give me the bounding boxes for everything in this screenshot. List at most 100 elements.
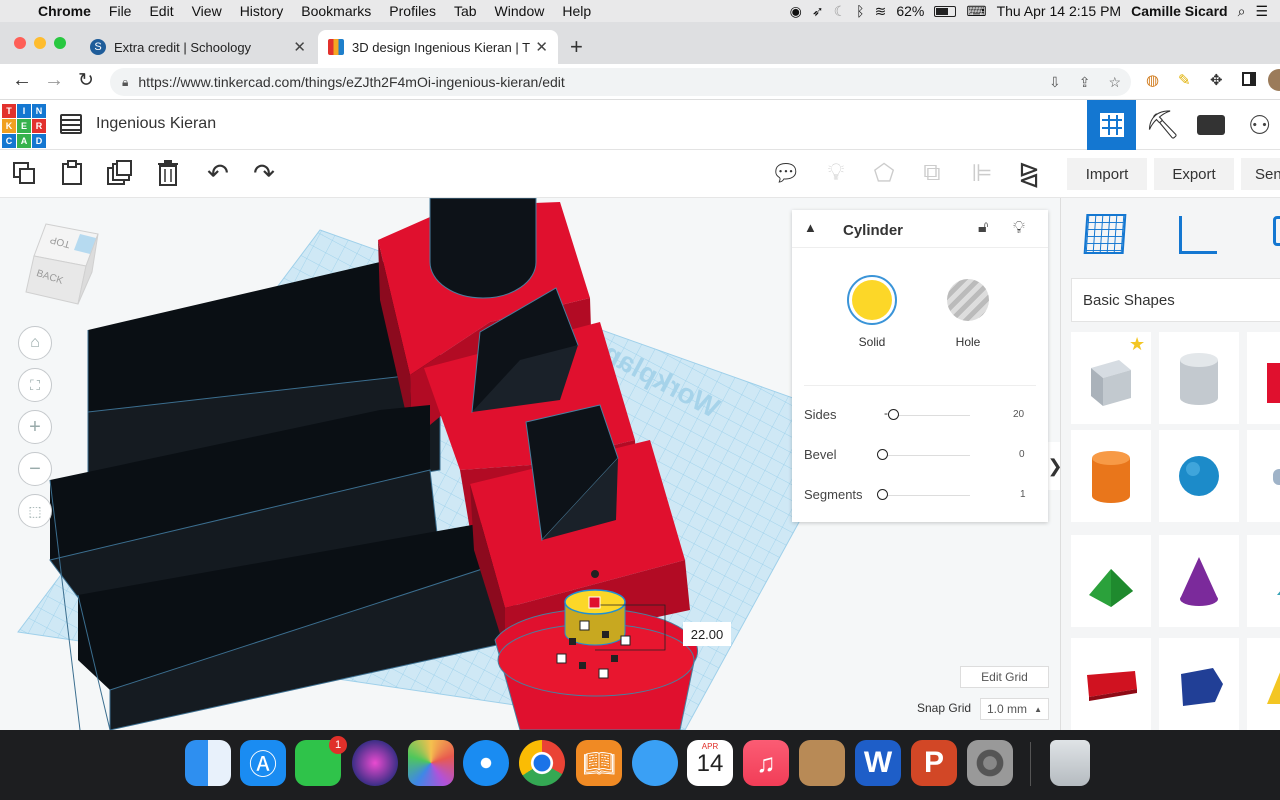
delete-icon[interactable] xyxy=(152,150,184,196)
share-icon[interactable]: ⇪ xyxy=(1079,74,1091,91)
shape-cylinder-hole[interactable] xyxy=(1159,332,1239,424)
wifi-icon[interactable]: ≋ xyxy=(875,3,887,20)
powerpoint-icon[interactable]: P xyxy=(911,740,957,786)
param-value[interactable]: 20 xyxy=(1013,409,1024,420)
tab-schoology[interactable]: S Extra credit | Schoology ✕ xyxy=(80,30,316,64)
shape-category-select[interactable]: Basic Shapes xyxy=(1071,278,1280,322)
profile-avatar[interactable] xyxy=(1268,69,1280,91)
shape-round-roof[interactable] xyxy=(1247,535,1280,627)
shape-box-hole[interactable]: ★ xyxy=(1071,332,1151,424)
snap-grid-select[interactable]: 1.0 mm ▲ xyxy=(980,698,1049,720)
ortho-view-button[interactable]: ⬚ xyxy=(18,494,52,528)
bookmark-star-icon[interactable]: ☆ xyxy=(1108,74,1121,91)
battery-icon[interactable] xyxy=(934,5,957,17)
home-view-button[interactable]: ⌂ xyxy=(18,326,52,360)
close-window-button[interactable] xyxy=(14,37,26,49)
notes-tool-icon[interactable] xyxy=(1273,216,1280,246)
close-tab-icon[interactable]: ✕ xyxy=(535,38,548,56)
shape-cone[interactable] xyxy=(1159,535,1239,627)
menu-window[interactable]: Window xyxy=(486,3,554,19)
puzzle-icon[interactable]: ✥ xyxy=(1210,71,1223,89)
photos-icon[interactable] xyxy=(408,740,454,786)
shape-polygon[interactable] xyxy=(1159,638,1239,730)
menu-app-name[interactable]: Chrome xyxy=(29,3,100,19)
menu-tab[interactable]: Tab xyxy=(445,3,486,19)
edit-grid-button[interactable]: Edit Grid xyxy=(960,666,1049,688)
forward-icon[interactable]: → xyxy=(44,69,64,92)
safari-icon[interactable] xyxy=(463,740,509,786)
show-all-icon[interactable]: 💡︎ xyxy=(820,150,852,196)
lock-icon[interactable]: 🔓︎ xyxy=(978,219,988,237)
align-icon[interactable]: ⊫ xyxy=(966,150,998,196)
shape-text[interactable] xyxy=(1071,638,1151,730)
dimension-value[interactable]: 22.00 xyxy=(683,622,731,646)
3d-view-button[interactable] xyxy=(1087,100,1136,150)
close-tab-icon[interactable]: ✕ xyxy=(293,38,306,56)
copy-icon[interactable] xyxy=(8,150,40,196)
tinkercad-logo[interactable]: T I N K E R C A D xyxy=(2,104,46,148)
menu-file[interactable]: File xyxy=(100,3,141,19)
battery-percent[interactable]: 62% xyxy=(896,3,924,19)
app-store-icon[interactable]: Ⓐ xyxy=(240,740,286,786)
books-icon[interactable]: 📖︎ xyxy=(576,740,622,786)
ruler-tool-icon[interactable] xyxy=(1179,216,1217,254)
param-slider[interactable] xyxy=(888,409,900,420)
shape-cylinder-orange[interactable] xyxy=(1071,430,1151,522)
favorite-star-icon[interactable]: ★ xyxy=(1129,334,1145,355)
export-button[interactable]: Export xyxy=(1154,158,1234,190)
menu-bookmarks[interactable]: Bookmarks xyxy=(292,3,380,19)
clock[interactable]: Thu Apr 14 2:15 PM xyxy=(997,3,1122,19)
sidebar-icon[interactable] xyxy=(1242,72,1256,86)
duplicate-icon[interactable] xyxy=(104,150,136,196)
zoom-in-button[interactable]: + xyxy=(18,410,52,444)
import-button[interactable]: Import xyxy=(1067,158,1147,190)
shape-roof[interactable] xyxy=(1071,535,1151,627)
back-icon[interactable]: ← xyxy=(12,69,32,92)
status-icon[interactable]: ◉ xyxy=(790,3,802,20)
moon-icon[interactable]: ☾ xyxy=(834,3,847,20)
add-user-icon[interactable]: ⚇ xyxy=(1248,110,1271,141)
workplane-tool-icon[interactable] xyxy=(1083,214,1127,254)
send-to-button[interactable]: Sen xyxy=(1241,158,1280,190)
tab-tinkercad[interactable]: 3D design Ingenious Kieran | T ✕ xyxy=(318,30,558,64)
shape-scribble[interactable] xyxy=(1247,430,1280,522)
param-slider[interactable] xyxy=(877,449,888,460)
trash-icon[interactable] xyxy=(1050,740,1090,786)
install-icon[interactable]: ⇩ xyxy=(1049,74,1061,91)
briefcase-icon[interactable] xyxy=(1197,115,1225,135)
collapse-icon[interactable]: ▲ xyxy=(804,220,817,235)
zoom-window-button[interactable] xyxy=(54,37,66,49)
rocket-icon[interactable]: ➶ xyxy=(812,3,824,20)
design-menu-icon[interactable] xyxy=(60,114,82,134)
extension-icon[interactable]: ◍ xyxy=(1146,71,1159,89)
finder-icon[interactable] xyxy=(185,740,231,786)
notes-icon[interactable]: 💬︎ xyxy=(770,150,802,196)
undo-icon[interactable]: ↶ xyxy=(202,150,234,196)
view-cube[interactable]: TOP BACK xyxy=(20,220,102,306)
shape-sphere[interactable] xyxy=(1159,430,1239,522)
shape-pyramid[interactable] xyxy=(1247,638,1280,730)
reload-icon[interactable]: ↻ xyxy=(78,69,94,92)
panel-toggle-button[interactable]: ❯ xyxy=(1047,442,1060,490)
group-icon[interactable]: ⬠ xyxy=(868,150,900,196)
param-slider[interactable] xyxy=(877,489,888,500)
spotlight-icon[interactable]: ⌕ xyxy=(1238,3,1246,20)
calendar-icon[interactable]: APR 14 xyxy=(687,740,733,786)
messages-icon[interactable] xyxy=(632,740,678,786)
minimize-window-button[interactable] xyxy=(34,37,46,49)
pencil-extension-icon[interactable]: ✎ xyxy=(1178,71,1191,89)
menu-help[interactable]: Help xyxy=(553,3,600,19)
design-name[interactable]: Ingenious Kieran xyxy=(96,115,216,133)
menu-history[interactable]: History xyxy=(231,3,293,19)
light-bulb-icon[interactable]: 💡︎ xyxy=(1013,218,1025,238)
word-icon[interactable]: W xyxy=(855,740,901,786)
system-preferences-icon[interactable] xyxy=(967,740,1013,786)
menu-edit[interactable]: Edit xyxy=(140,3,182,19)
param-value[interactable]: 1 xyxy=(1020,489,1026,500)
menu-profiles[interactable]: Profiles xyxy=(380,3,445,19)
address-bar[interactable]: 🔒︎ https://www.tinkercad.com/things/eZJt… xyxy=(110,68,1131,96)
url-text[interactable]: https://www.tinkercad.com/things/eZJth2F… xyxy=(138,74,564,90)
chrome-icon[interactable] xyxy=(519,740,565,786)
redo-icon[interactable]: ↷ xyxy=(248,150,280,196)
fit-view-button[interactable]: ⛶ xyxy=(18,368,52,402)
